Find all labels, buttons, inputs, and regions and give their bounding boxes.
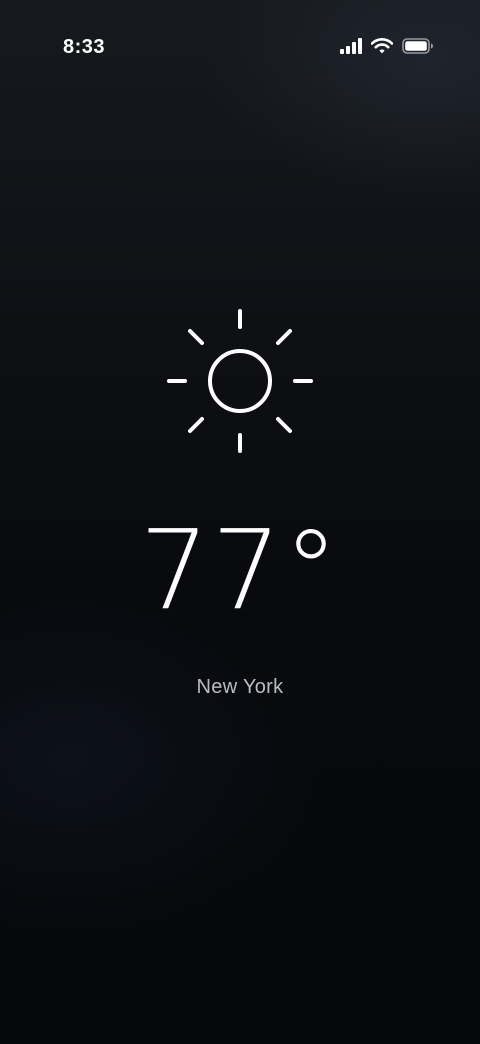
status-bar: 8:33 bbox=[0, 0, 480, 96]
city-name: New York bbox=[196, 676, 284, 698]
weather-screen: 8:33 77° New York bbox=[0, 0, 480, 1044]
temperature-value: 77° bbox=[139, 506, 341, 634]
battery-icon bbox=[402, 38, 433, 54]
wifi-icon bbox=[371, 38, 393, 54]
status-icons bbox=[340, 38, 434, 54]
status-time: 8:33 bbox=[63, 36, 106, 58]
cellular-signal-icon bbox=[340, 38, 362, 54]
sun-icon bbox=[167, 309, 313, 453]
